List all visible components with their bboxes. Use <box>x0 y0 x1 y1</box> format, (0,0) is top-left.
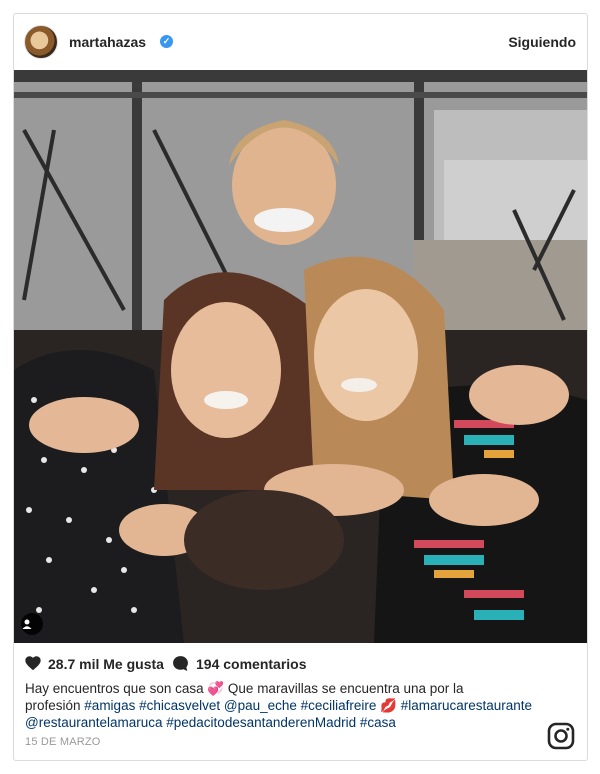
photo-illustration <box>14 70 587 643</box>
avatar[interactable] <box>24 25 58 59</box>
comments-count[interactable]: 194 comentarios <box>196 656 307 672</box>
comment-icon[interactable] <box>172 655 189 672</box>
instagram-logo-icon[interactable] <box>547 722 575 750</box>
following-button[interactable]: Siguiendo <box>508 34 576 50</box>
hashtag-links[interactable]: #amigas #chicasvelvet @pau_eche #cecilia… <box>84 698 376 713</box>
user-tag-icon[interactable] <box>21 613 43 635</box>
hashtag-links[interactable]: @restaurantelamaruca #pedacitodesantande… <box>25 715 396 730</box>
verified-badge-icon: ✓ <box>160 35 173 48</box>
post-caption: Hay encuentros que son casa 💞 Que maravi… <box>25 680 545 731</box>
caption-text: profesión <box>25 698 85 713</box>
likes-count[interactable]: 28.7 mil Me gusta <box>48 656 164 672</box>
caption-text: Hay encuentros que son casa 💞 Que maravi… <box>25 681 464 696</box>
caption-emoji: 💋 <box>376 698 401 713</box>
post-actions: 28.7 mil Me gusta 194 comentarios <box>14 643 587 683</box>
post-date[interactable]: 15 DE MARZO <box>25 736 101 748</box>
post-header: martahazas ✓ Siguiendo <box>14 14 587 70</box>
post-card: martahazas ✓ Siguiendo 28.7 mil Me gusta… <box>13 13 588 761</box>
heart-icon[interactable] <box>24 655 42 671</box>
hashtag-link[interactable]: #lamarucarestaurante <box>401 698 532 713</box>
post-photo[interactable] <box>14 70 587 643</box>
username[interactable]: martahazas <box>69 34 146 50</box>
